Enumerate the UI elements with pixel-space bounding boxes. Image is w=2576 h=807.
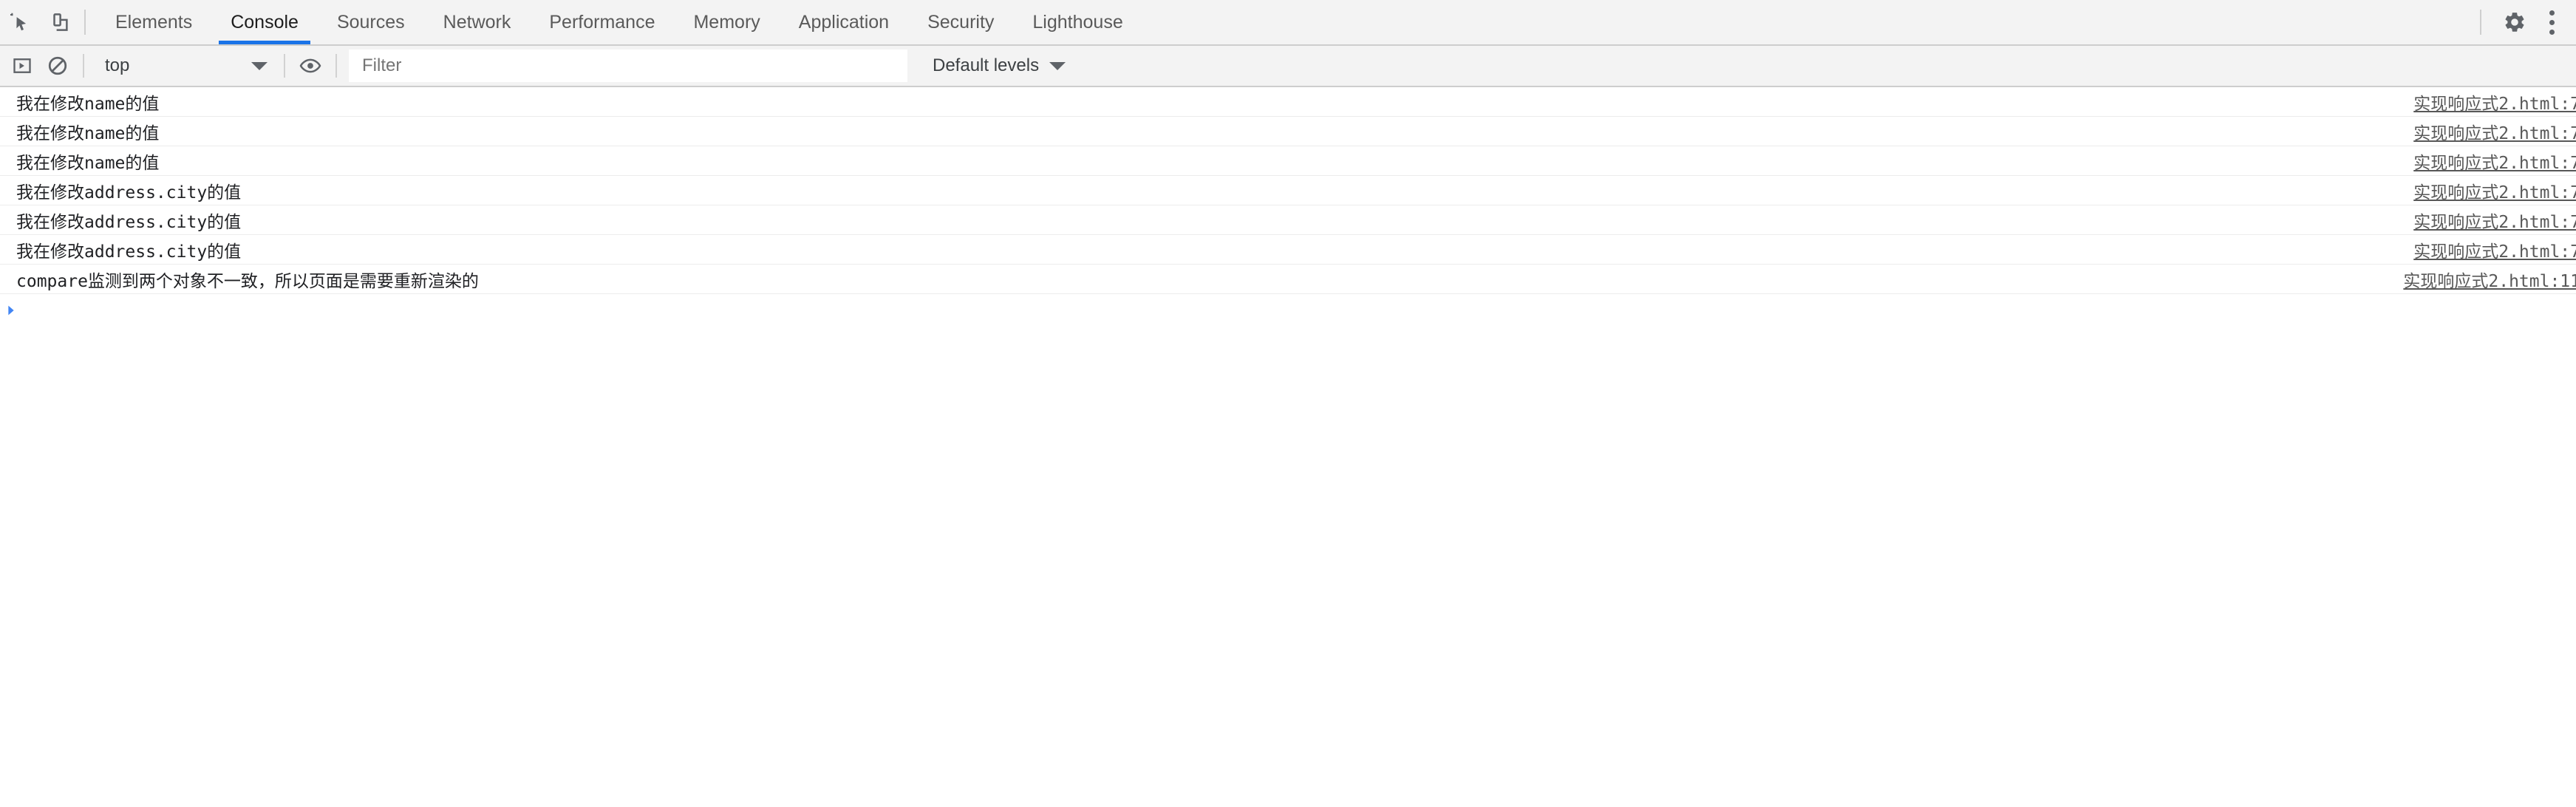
console-message-text: 我在修改name的值 (16, 153, 160, 173)
tab-label: Memory (693, 11, 760, 33)
tab-network[interactable]: Network (424, 0, 531, 44)
console-message-source-link[interactable]: 实现响应式2.html:7 (2413, 89, 2576, 115)
tab-label: Network (443, 11, 511, 33)
clear-console-icon[interactable] (40, 48, 75, 84)
devtools-window: Elements Console Sources Network Perform… (0, 0, 2576, 807)
tab-security[interactable]: Security (908, 0, 1013, 44)
inspect-cursor-icon[interactable] (0, 2, 40, 42)
console-message-text: 我在修改address.city的值 (16, 183, 242, 202)
console-message-text: 我在修改name的值 (16, 94, 160, 114)
console-toolbar: top Filter Default levels (0, 46, 2576, 87)
chevron-down-icon (1049, 61, 1066, 70)
tab-elements[interactable]: Elements (96, 0, 211, 44)
tab-label: Sources (336, 11, 405, 33)
tab-memory[interactable]: Memory (674, 0, 779, 44)
console-message-row[interactable]: 我在修改address.city的值 实现响应式2.html:7 (0, 176, 2576, 205)
console-toolbar-divider-3 (335, 54, 337, 78)
console-message-source-link[interactable]: 实现响应式2.html:11 (2403, 267, 2576, 292)
filter-placeholder: Filter (362, 55, 402, 75)
tab-label: Application (798, 11, 890, 33)
console-message-source-link[interactable]: 实现响应式2.html:7 (2413, 149, 2576, 174)
tabbar-right-divider (2480, 10, 2481, 35)
console-toolbar-divider-1 (83, 54, 84, 78)
console-prompt[interactable] (0, 294, 2576, 327)
console-message-text: compare监测到两个对象不一致，所以页面是需要重新渲染的 (16, 271, 479, 291)
console-message-source-link[interactable]: 实现响应式2.html:7 (2413, 208, 2576, 233)
console-message-source-link[interactable]: 实现响应式2.html:7 (2413, 178, 2576, 203)
console-message-list: 我在修改name的值 实现响应式2.html:7 我在修改name的值 实现响应… (0, 87, 2576, 294)
tab-performance[interactable]: Performance (530, 0, 674, 44)
console-message-row[interactable]: 我在修改name的值 实现响应式2.html:7 (0, 87, 2576, 117)
tab-label: Lighthouse (1032, 11, 1123, 33)
console-message-text: 我在修改address.city的值 (16, 212, 242, 232)
console-message-text: 我在修改address.city的值 (16, 242, 242, 262)
console-sidebar-icon[interactable] (4, 48, 40, 84)
tab-label: Console (231, 11, 299, 33)
devtools-tabbar: Elements Console Sources Network Perform… (0, 0, 2576, 46)
tabbar-right-controls (2473, 0, 2576, 44)
tabbar-divider (84, 10, 86, 35)
console-message-row[interactable]: compare监测到两个对象不一致，所以页面是需要重新渲染的 实现响应式2.ht… (0, 265, 2576, 294)
devtools-tab-list: Elements Console Sources Network Perform… (96, 0, 2473, 44)
tab-label: Elements (115, 11, 193, 33)
tab-sources[interactable]: Sources (318, 0, 424, 44)
more-vertical-icon[interactable] (2535, 2, 2569, 42)
console-message-row[interactable]: 我在修改name的值 实现响应式2.html:7 (0, 146, 2576, 176)
device-toolbar-icon[interactable] (40, 2, 80, 42)
console-message-row[interactable]: 我在修改name的值 实现响应式2.html:7 (0, 117, 2576, 146)
execution-context-value: top (105, 55, 130, 75)
tab-label: Security (927, 11, 995, 33)
chevron-down-icon (251, 61, 268, 70)
tab-console[interactable]: Console (211, 0, 318, 44)
console-message-source-link[interactable]: 实现响应式2.html:7 (2413, 119, 2576, 144)
log-levels-value: Default levels (933, 55, 1040, 75)
tab-application[interactable]: Application (780, 0, 908, 44)
gear-icon[interactable] (2495, 2, 2535, 42)
console-toolbar-divider-2 (284, 54, 285, 78)
console-message-source-link[interactable]: 实现响应式2.html:7 (2413, 237, 2576, 262)
execution-context-selector[interactable]: top (92, 49, 276, 83)
eye-icon[interactable] (293, 48, 328, 84)
tab-label: Performance (549, 11, 655, 33)
filter-input[interactable]: Filter (349, 50, 907, 82)
console-message-row[interactable]: 我在修改address.city的值 实现响应式2.html:7 (0, 235, 2576, 265)
prompt-chevron-icon (3, 302, 19, 319)
log-levels-selector[interactable]: Default levels (933, 55, 1066, 76)
console-message-text: 我在修改name的值 (16, 123, 160, 143)
tab-lighthouse[interactable]: Lighthouse (1013, 0, 1142, 44)
console-message-row[interactable]: 我在修改address.city的值 实现响应式2.html:7 (0, 205, 2576, 235)
